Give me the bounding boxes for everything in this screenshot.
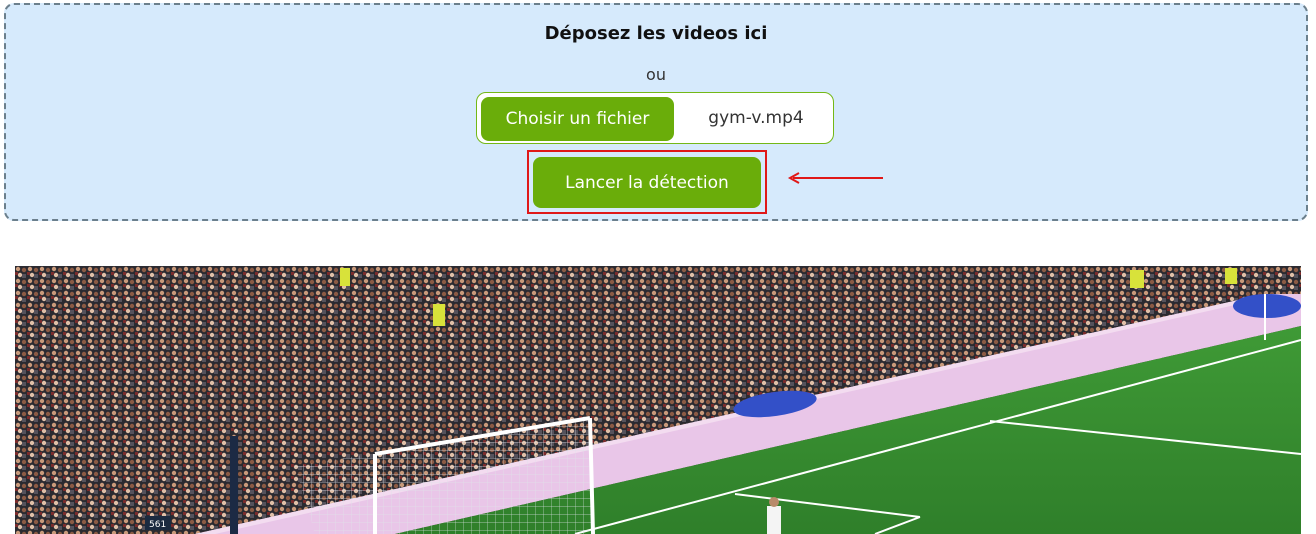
dropzone-title: Déposez les videos ici (544, 23, 768, 44)
stadium-scene-image: 561 (15, 266, 1301, 534)
video-preview[interactable]: 561 (15, 266, 1301, 534)
selected-file-name: gym-v.mp4 (708, 108, 804, 128)
dropzone-or-text: ou (646, 65, 666, 84)
launch-detection-button[interactable]: Lancer la détection (533, 157, 761, 208)
choose-file-button[interactable]: Choisir un fichier (481, 97, 674, 141)
file-input[interactable]: Choisir un fichier gym-v.mp4 (476, 92, 834, 144)
svg-text:561: 561 (149, 520, 166, 530)
arrow-left-icon (787, 172, 883, 184)
